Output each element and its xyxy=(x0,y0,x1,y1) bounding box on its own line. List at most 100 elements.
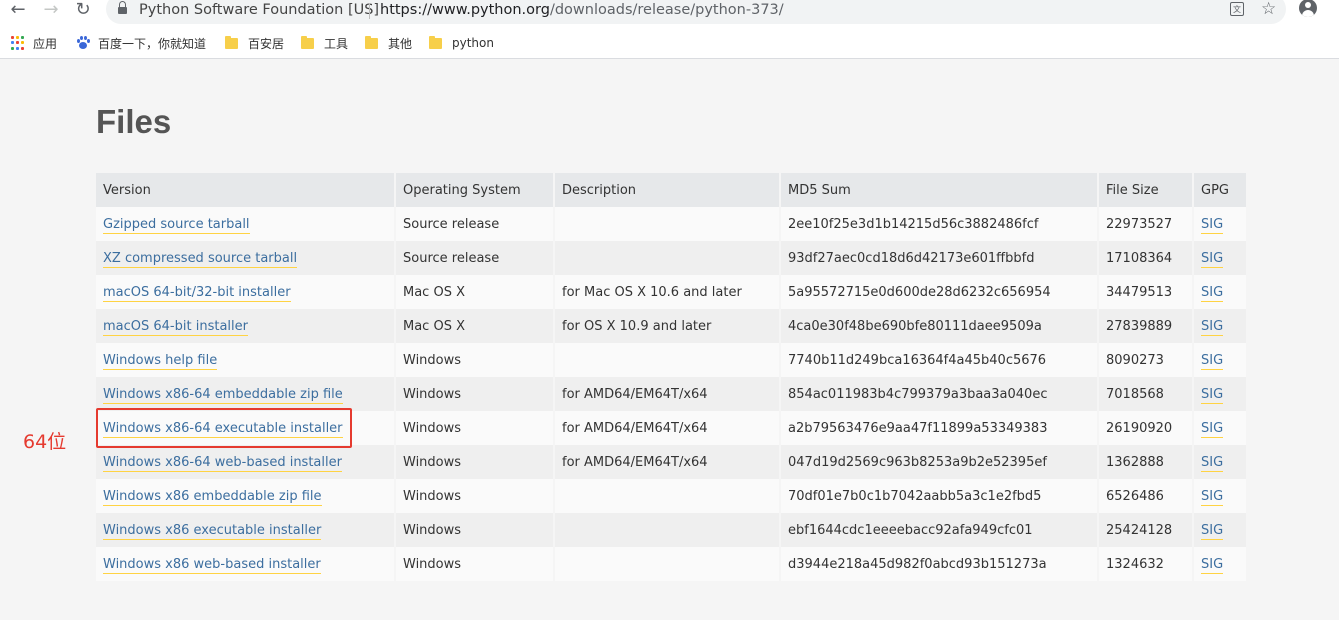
file-size-cell: 27839889 xyxy=(1099,309,1194,343)
url-host: https://www.python.org xyxy=(380,2,550,18)
sig-link[interactable]: SIG xyxy=(1201,420,1224,438)
lock-icon xyxy=(118,1,127,15)
file-size-cell: 26190920 xyxy=(1099,411,1194,445)
account-icon[interactable] xyxy=(1299,0,1317,17)
header-description: Description xyxy=(555,173,781,207)
file-size-cell: 22973527 xyxy=(1099,207,1194,241)
bookmark-star-icon[interactable]: ☆ xyxy=(1261,0,1276,19)
os-cell: Mac OS X xyxy=(396,275,555,309)
download-link[interactable]: Windows x86 web-based installer xyxy=(103,556,321,574)
file-size-cell: 25424128 xyxy=(1099,513,1194,547)
description-cell xyxy=(555,241,781,275)
browser-toolbar: ← → ↻ Python Software Foundation [US] ht… xyxy=(0,0,1339,28)
bookmark-folder-other[interactable]: 其他 xyxy=(365,34,412,52)
os-cell: Windows xyxy=(396,377,555,411)
md5-cell: ebf1644cdc1eeeebacc92afa949cfc01 xyxy=(781,513,1099,547)
back-arrow-icon[interactable]: ← xyxy=(6,0,30,20)
download-link[interactable]: macOS 64-bit/32-bit installer xyxy=(103,284,291,302)
table-row: Gzipped source tarball Source release 2e… xyxy=(96,207,1248,241)
file-size-cell: 6526486 xyxy=(1099,479,1194,513)
os-cell: Source release xyxy=(396,241,555,275)
os-cell: Windows xyxy=(396,547,555,581)
os-cell: Windows xyxy=(396,411,555,445)
os-cell: Windows xyxy=(396,513,555,547)
os-cell: Source release xyxy=(396,207,555,241)
header-version: Version xyxy=(96,173,396,207)
description-cell xyxy=(555,207,781,241)
md5-cell: 70df01e7b0c1b7042aabb5a3c1e2fbd5 xyxy=(781,479,1099,513)
description-cell: for AMD64/EM64T/x64 xyxy=(555,411,781,445)
reload-icon[interactable]: ↻ xyxy=(71,0,95,20)
bookmark-label: 百安居 xyxy=(248,36,285,51)
bookmark-baidu[interactable]: 百度一下，你就知道 xyxy=(76,34,206,52)
forward-arrow-icon[interactable]: → xyxy=(39,0,63,20)
bookmark-folder-python[interactable]: python xyxy=(429,34,494,52)
file-size-cell: 7018568 xyxy=(1099,377,1194,411)
baidu-paw-icon xyxy=(76,36,90,50)
download-link[interactable]: Windows x86-64 web-based installer xyxy=(103,454,342,472)
bookmark-label: 应用 xyxy=(33,36,58,51)
download-link[interactable]: Windows x86 executable installer xyxy=(103,522,322,540)
os-cell: Windows xyxy=(396,343,555,377)
download-link[interactable]: Windows help file xyxy=(103,352,218,370)
os-cell: Windows xyxy=(396,445,555,479)
file-size-cell: 1324632 xyxy=(1099,547,1194,581)
md5-cell: 854ac011983b4c799379a3baa3a040ec xyxy=(781,377,1099,411)
bookmark-label: 工具 xyxy=(324,36,349,51)
md5-cell: 93df27aec0cd18d6d42173e601ffbbfd xyxy=(781,241,1099,275)
md5-cell: 4ca0e30f48be690bfe80111daee9509a xyxy=(781,309,1099,343)
bookmark-apps[interactable]: 应用 xyxy=(11,34,57,52)
sig-link[interactable]: SIG xyxy=(1201,386,1224,404)
folder-icon xyxy=(225,35,238,49)
bookmark-label: 其他 xyxy=(388,36,413,51)
description-cell xyxy=(555,513,781,547)
url-path: /downloads/release/python-373/ xyxy=(549,2,784,18)
table-row: Windows help file Windows 7740b11d249bca… xyxy=(96,343,1248,377)
download-link[interactable]: macOS 64-bit installer xyxy=(103,318,248,336)
download-link[interactable]: Gzipped source tarball xyxy=(103,216,250,234)
folder-icon xyxy=(365,35,378,49)
sig-link[interactable]: SIG xyxy=(1201,488,1224,506)
address-bar[interactable]: Python Software Foundation [US] https://… xyxy=(106,0,1286,24)
annotation-label: 64位 xyxy=(23,431,67,453)
bookmarks-bar: 应用 百度一下，你就知道 百安居 工具 其他 python xyxy=(0,28,1339,59)
site-identity[interactable]: Python Software Foundation [US] xyxy=(139,2,379,18)
md5-cell: 047d19d2569c963b8253a9b2e52395ef xyxy=(781,445,1099,479)
table-row: Windows x86 web-based installer Windows … xyxy=(96,547,1248,581)
os-cell: Windows xyxy=(396,479,555,513)
sig-link[interactable]: SIG xyxy=(1201,352,1224,370)
url-text[interactable]: https://www.python.org/downloads/release… xyxy=(380,2,784,18)
md5-cell: d3944e218a45d982f0abcd93b151273a xyxy=(781,547,1099,581)
description-cell: for AMD64/EM64T/x64 xyxy=(555,377,781,411)
file-size-cell: 34479513 xyxy=(1099,275,1194,309)
annotation-highlight-box xyxy=(96,408,352,448)
table-header-row: Version Operating System Description MD5… xyxy=(96,173,1248,207)
table-row: macOS 64-bit/32-bit installer Mac OS X f… xyxy=(96,275,1248,309)
description-cell xyxy=(555,479,781,513)
address-separator xyxy=(369,3,370,19)
description-cell xyxy=(555,343,781,377)
sig-link[interactable]: SIG xyxy=(1201,216,1224,234)
table-row: Windows x86 embeddable zip file Windows … xyxy=(96,479,1248,513)
download-link[interactable]: Windows x86 embeddable zip file xyxy=(103,488,322,506)
sig-link[interactable]: SIG xyxy=(1201,454,1224,472)
description-cell: for Mac OS X 10.6 and later xyxy=(555,275,781,309)
folder-icon xyxy=(301,35,314,49)
sig-link[interactable]: SIG xyxy=(1201,284,1224,302)
bookmark-folder-baianju[interactable]: 百安居 xyxy=(225,34,284,52)
sig-link[interactable]: SIG xyxy=(1201,250,1224,268)
download-link[interactable]: Windows x86-64 embeddable zip file xyxy=(103,386,343,404)
description-cell xyxy=(555,547,781,581)
download-link[interactable]: XZ compressed source tarball xyxy=(103,250,298,268)
bookmark-folder-tools[interactable]: 工具 xyxy=(301,34,348,52)
file-size-cell: 17108364 xyxy=(1099,241,1194,275)
sig-link[interactable]: SIG xyxy=(1201,522,1224,540)
folder-icon xyxy=(429,35,442,49)
table-row: Windows x86 executable installer Windows… xyxy=(96,513,1248,547)
translate-icon[interactable]: 文 xyxy=(1230,2,1244,16)
table-row: Windows x86-64 embeddable zip file Windo… xyxy=(96,377,1248,411)
sig-link[interactable]: SIG xyxy=(1201,556,1224,574)
md5-cell: a2b79563476e9aa47f11899a53349383 xyxy=(781,411,1099,445)
sig-link[interactable]: SIG xyxy=(1201,318,1224,336)
file-size-cell: 8090273 xyxy=(1099,343,1194,377)
